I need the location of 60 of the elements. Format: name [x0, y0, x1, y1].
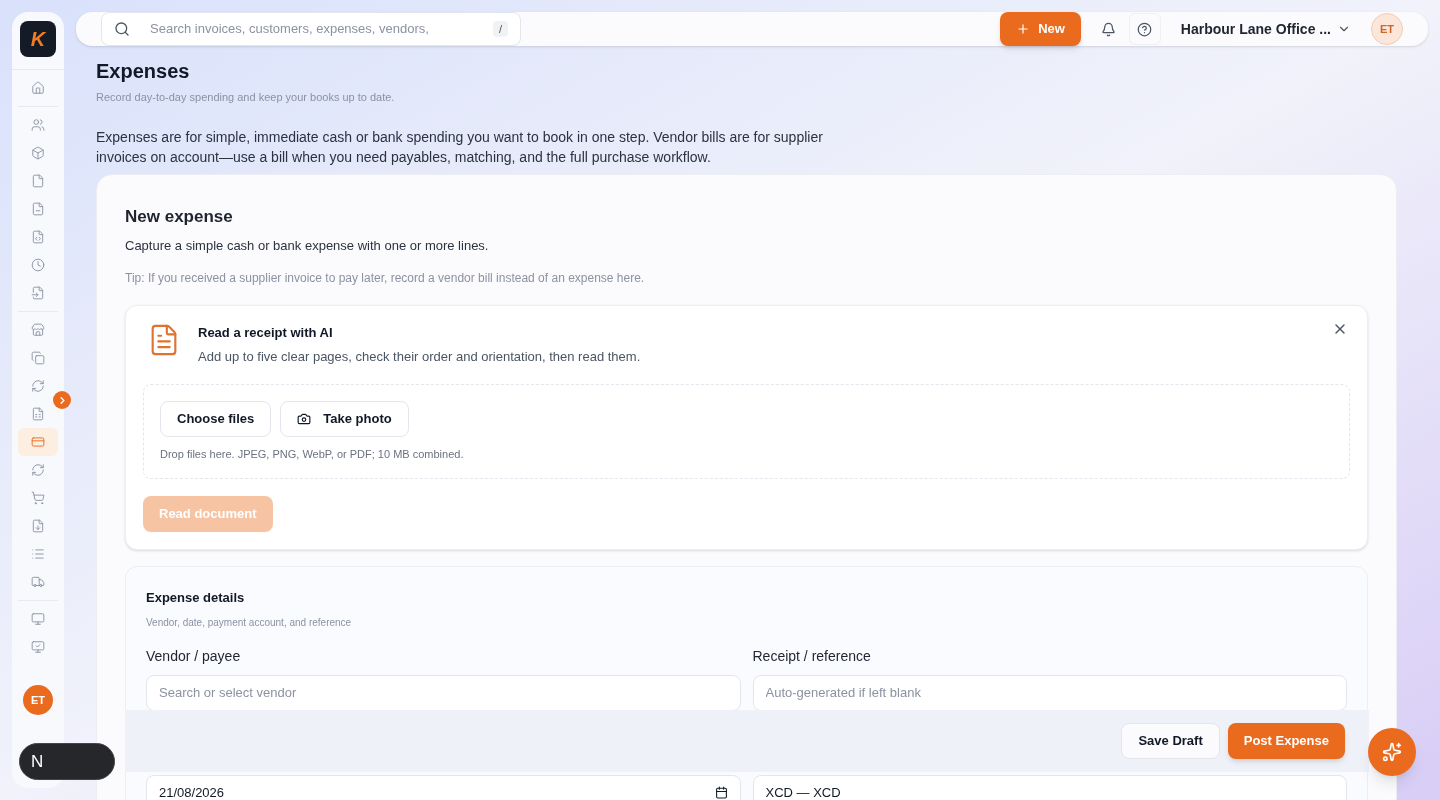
box-icon — [31, 146, 45, 160]
help-button[interactable] — [1128, 13, 1161, 45]
receipt-ai-description: Add up to five clear pages, check their order and orientation, then read them. — [198, 348, 641, 366]
collapse-toggle[interactable] — [53, 391, 71, 409]
text-field[interactable]: Auto-generated if left blank — [752, 674, 1347, 711]
document-icon — [31, 202, 45, 216]
document-icon — [31, 174, 45, 188]
save-draft-button[interactable]: Save Draft — [1121, 723, 1220, 759]
cart-icon — [31, 491, 45, 505]
section-title: Expense details — [146, 589, 246, 607]
page-intro: Expenses are for simple, immediate cash or bank spending you want to book in one step. Vendor bills are for supplier invoices on account—use a bill when you need payables, matching, and the full purchase workflow. — [96, 127, 824, 167]
bell-icon — [1101, 21, 1117, 37]
document-icon — [31, 407, 45, 421]
copy-icon — [31, 351, 45, 365]
document-icon — [31, 519, 45, 533]
receipt-ai-title: Read a receipt with AI — [198, 323, 334, 342]
monitor-icon — [31, 640, 45, 654]
choose-files-button[interactable]: Choose files — [160, 400, 272, 437]
take-photo-button[interactable]: Take photo — [280, 400, 409, 437]
search-icon — [114, 21, 130, 37]
app-logo[interactable]: K — [20, 21, 56, 57]
monitor-icon — [31, 612, 45, 626]
drop-zone[interactable]: Choose files Take photo Drop files here. JPEG, PNG, WebP, or PDF; 10 MB combined. — [143, 383, 1350, 479]
search-field[interactable]: Search invoices, customers, expenses, vendors, / — [101, 12, 521, 46]
document-icon — [31, 230, 45, 244]
organization-switcher[interactable]: Harbour Lane Office ... — [1180, 18, 1351, 40]
field-label: Vendor / payee — [146, 646, 242, 666]
card-description: Capture a simple cash or bank expense with one or more lines. — [125, 237, 490, 255]
plus-icon — [1016, 22, 1031, 36]
currency-value: XCD — XCD — [765, 783, 841, 800]
list-icon — [31, 547, 45, 561]
currency-field[interactable]: XCD — XCD — [752, 774, 1347, 800]
camera-icon — [297, 411, 312, 426]
date-field[interactable]: 21/08/2026 — [146, 774, 741, 800]
credit-card-icon — [31, 435, 45, 449]
text-field[interactable]: Search or select vendor — [146, 674, 741, 711]
page-subtitle: Record day-to-day spending and keep your books up to date. — [96, 90, 396, 105]
sparkles-icon — [1382, 742, 1402, 762]
page-title: Expenses — [96, 59, 191, 84]
clock-icon — [31, 258, 45, 272]
calendar-icon — [714, 786, 728, 799]
search-input[interactable]: Search invoices, customers, expenses, vendors, — [150, 19, 473, 39]
sidebar-item[interactable] — [18, 428, 58, 456]
document-icon — [31, 286, 45, 300]
store-icon — [31, 323, 45, 337]
tip-text: Tip: If you received a supplier invoice to pay later, record a vendor bill instead of an expense here. — [125, 269, 646, 287]
refresh-icon — [31, 379, 45, 393]
drop-hint: Drop files here. JPEG, PNG, WebP, or PDF; 10 MB combined. — [160, 446, 465, 462]
home-icon — [31, 81, 45, 95]
ai-assistant-button[interactable] — [1368, 728, 1416, 776]
dev-badge[interactable]: N — [19, 743, 115, 780]
card-title: New expense — [125, 205, 234, 228]
help-icon — [1137, 21, 1153, 37]
truck-icon — [31, 575, 45, 589]
date-value: 21/08/2026 — [159, 783, 225, 800]
field-label: Receipt / reference — [752, 646, 872, 666]
refresh-icon — [31, 463, 45, 477]
users-icon — [31, 118, 45, 132]
shortcut-key: / — [492, 20, 508, 38]
section-subtitle: Vendor, date, payment account, and reference — [146, 615, 353, 630]
